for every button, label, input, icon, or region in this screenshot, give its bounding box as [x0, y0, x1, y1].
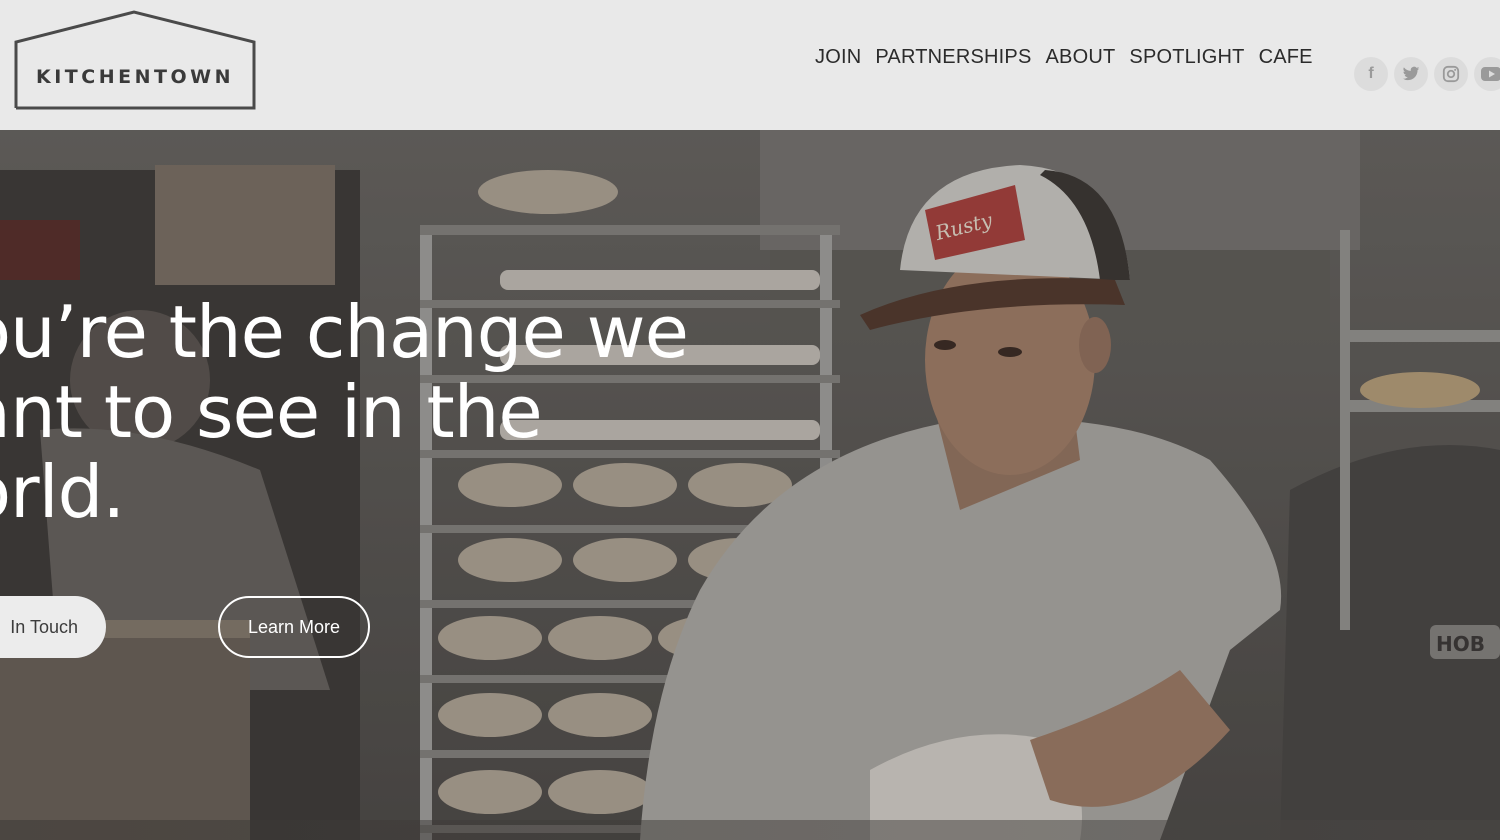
twitter-bird-shape	[1402, 66, 1420, 81]
site-header: KITCHENTOWN JOIN PARTNERSHIPS ABOUT SPOT…	[0, 0, 1500, 130]
youtube-play-shape	[1481, 67, 1500, 81]
instagram-icon[interactable]	[1434, 57, 1468, 91]
get-in-touch-button[interactable]: In Touch	[0, 596, 106, 658]
headline-line-2: ant to see in the	[0, 370, 543, 454]
kitchentown-logo[interactable]: KITCHENTOWN	[14, 10, 258, 112]
nav-spotlight[interactable]: SPOTLIGHT	[1129, 46, 1244, 69]
logo-text: KITCHENTOWN	[36, 66, 234, 88]
main-nav: JOIN PARTNERSHIPS ABOUT SPOTLIGHT CAFE	[815, 46, 1313, 69]
nav-partnerships[interactable]: PARTNERSHIPS	[875, 46, 1031, 69]
headline-line-1: ou’re the change we	[0, 290, 689, 374]
facebook-glyph: f	[1368, 65, 1374, 82]
twitter-icon[interactable]	[1394, 57, 1428, 91]
nav-join[interactable]: JOIN	[815, 46, 861, 69]
hero-section: HOB Rusty ou’re the change we ant to see…	[0, 130, 1500, 840]
logo-house-icon	[14, 10, 256, 110]
instagram-camera-shape	[1442, 65, 1460, 83]
learn-more-button[interactable]: Learn More	[218, 596, 370, 658]
youtube-icon[interactable]	[1474, 57, 1500, 91]
headline-line-3: orld.	[0, 450, 125, 534]
hero-headline: ou’re the change we ant to see in the or…	[0, 290, 689, 534]
page: KITCHENTOWN JOIN PARTNERSHIPS ABOUT SPOT…	[0, 0, 1500, 840]
nav-cafe[interactable]: CAFE	[1259, 46, 1313, 69]
facebook-icon[interactable]: f	[1354, 57, 1388, 91]
social-links: f	[1354, 57, 1500, 91]
nav-about[interactable]: ABOUT	[1046, 46, 1116, 69]
